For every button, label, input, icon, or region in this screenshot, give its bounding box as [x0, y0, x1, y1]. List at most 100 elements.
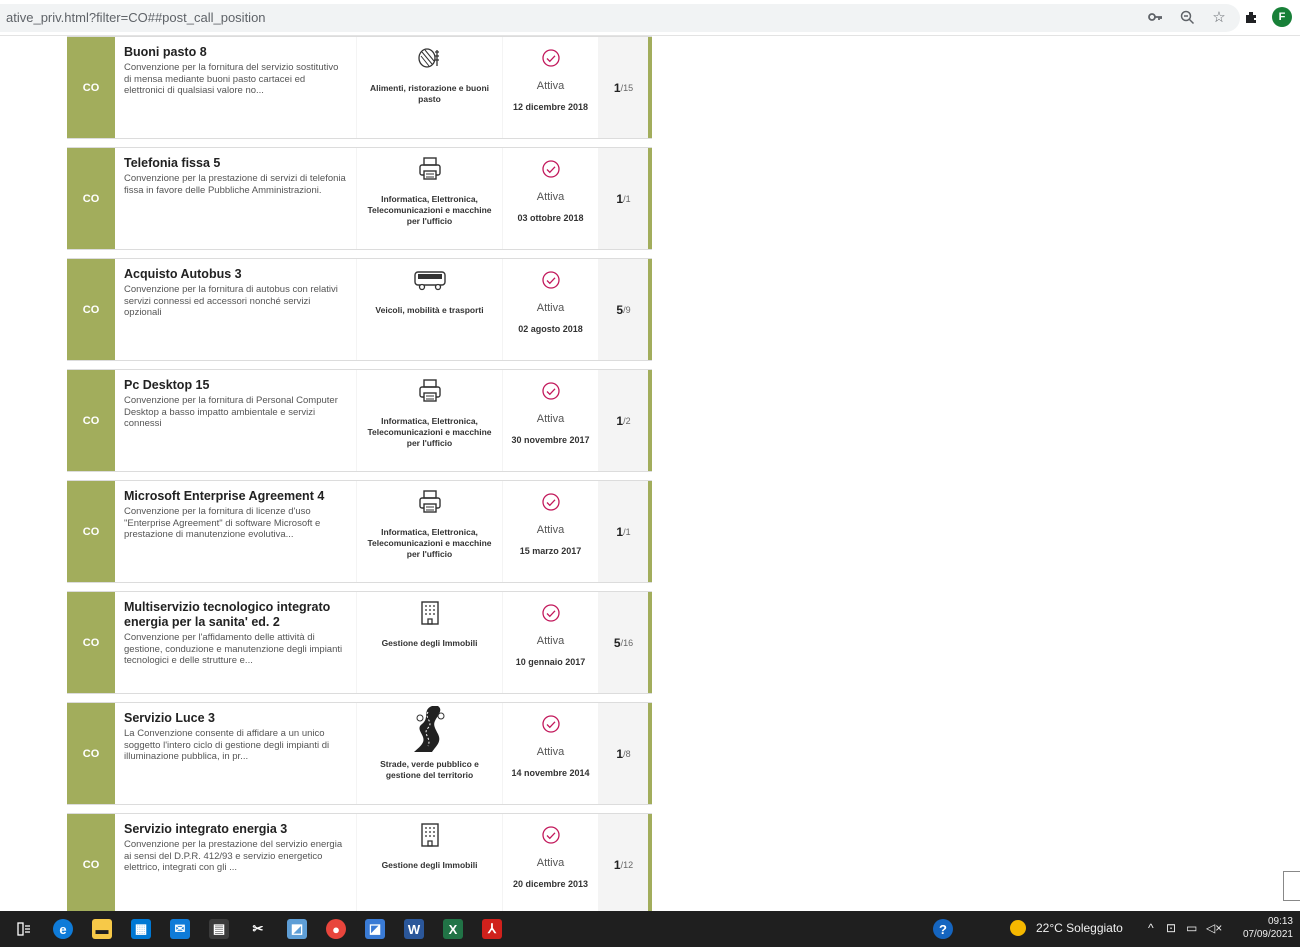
check-circle-icon: [542, 271, 560, 289]
card-lot-count: 1/12: [599, 814, 648, 911]
card-category-label: Informatica, Elettronica, Telecomunicazi…: [367, 416, 492, 448]
card-description: Convenzione per l'affidamento delle atti…: [124, 632, 343, 666]
browser-toolbar-icons: ☆ F: [1144, 6, 1292, 28]
card-description: Convenzione per la fornitura di autobus …: [124, 284, 338, 318]
card-status: Attiva 20 dicembre 2013: [503, 814, 598, 911]
word-icon[interactable]: W: [404, 919, 424, 939]
card-title[interactable]: Telefonia fissa 5: [124, 156, 347, 171]
chevron-up-icon[interactable]: ^: [1148, 921, 1154, 935]
paint-icon[interactable]: ◩: [287, 919, 307, 939]
excel-icon[interactable]: X: [443, 919, 463, 939]
card-main[interactable]: Telefonia fissa 5 Convenzione per la pre…: [115, 148, 356, 249]
card-count-value: 5: [616, 302, 624, 317]
card-count-total: /1: [623, 193, 631, 204]
card-count-value: 1: [616, 746, 624, 761]
card-category-label: Gestione degli Immobili: [381, 860, 478, 870]
card-category-label: Alimenti, ristorazione e buoni pasto: [369, 83, 489, 104]
check-circle-icon: [542, 715, 560, 733]
key-icon[interactable]: [1144, 6, 1166, 28]
card-title[interactable]: Multiservizio tecnologico integrato ener…: [124, 600, 347, 630]
card-count-total: /8: [623, 748, 631, 759]
card-main[interactable]: Servizio integrato energia 3 Convenzione…: [115, 814, 356, 911]
convention-card[interactable]: CO Buoni pasto 8 Convenzione per la forn…: [67, 36, 652, 139]
card-type-badge: CO: [67, 814, 115, 911]
mail-icon[interactable]: ✉: [170, 919, 190, 939]
building-icon: [357, 822, 502, 848]
card-title[interactable]: Microsoft Enterprise Agreement 4: [124, 489, 347, 504]
card-description: Convenzione per la fornitura di licenze …: [124, 506, 321, 540]
app-icon[interactable]: ◪: [365, 919, 385, 939]
card-title[interactable]: Servizio integrato energia 3: [124, 822, 347, 837]
network-icon[interactable]: ⊡: [1166, 921, 1176, 935]
card-main[interactable]: Multiservizio tecnologico integrato ener…: [115, 592, 356, 693]
acrobat-icon[interactable]: ⅄: [482, 919, 502, 939]
card-title[interactable]: Buoni pasto 8: [124, 45, 347, 60]
profile-icon[interactable]: F: [1272, 7, 1292, 27]
card-category-label: Gestione degli Immobili: [381, 638, 478, 648]
card-main[interactable]: Buoni pasto 8 Convenzione per la fornitu…: [115, 37, 356, 138]
card-date: 14 novembre 2014: [511, 768, 590, 778]
card-accent-bar: [648, 37, 652, 138]
help-icon[interactable]: ?: [933, 919, 953, 939]
convention-card[interactable]: CO Multiservizio tecnologico integrato e…: [67, 591, 652, 694]
card-status-label: Attiva: [536, 635, 565, 647]
check-circle-icon: [542, 49, 560, 67]
card-title[interactable]: Acquisto Autobus 3: [124, 267, 347, 282]
card-status-label: Attiva: [536, 302, 565, 314]
system-clock[interactable]: 09:13 07/09/2021: [1243, 915, 1293, 941]
monitor-icon[interactable]: ▭: [1186, 921, 1197, 935]
card-main[interactable]: Servizio Luce 3 La Convenzione consente …: [115, 703, 356, 804]
convention-card[interactable]: CO Servizio Luce 3 La Convenzione consen…: [67, 702, 652, 805]
url-field[interactable]: ative_priv.html?filter=CO##post_call_pos…: [0, 4, 1240, 32]
card-accent-bar: [648, 370, 652, 471]
convention-card[interactable]: CO Servizio integrato energia 3 Convenzi…: [67, 813, 652, 911]
extensions-icon[interactable]: [1240, 6, 1262, 28]
card-date: 02 agosto 2018: [518, 324, 583, 334]
snipping-tool-icon[interactable]: ✂: [248, 919, 268, 939]
card-status: Attiva 15 marzo 2017: [503, 481, 598, 582]
edge-icon[interactable]: e: [53, 919, 73, 939]
weather-sun-icon[interactable]: [1010, 920, 1026, 936]
convention-card[interactable]: CO Telefonia fissa 5 Convenzione per la …: [67, 147, 652, 250]
card-category: Informatica, Elettronica, Telecomunicazi…: [357, 370, 502, 471]
card-category: Gestione degli Immobili: [357, 592, 502, 693]
card-accent-bar: [648, 814, 652, 911]
volume-icon[interactable]: ◁×: [1206, 921, 1222, 935]
card-main[interactable]: Microsoft Enterprise Agreement 4 Convenz…: [115, 481, 356, 582]
chrome-icon[interactable]: ●: [326, 919, 346, 939]
convention-card[interactable]: CO Pc Desktop 15 Convenzione per la forn…: [67, 369, 652, 472]
printer-icon: [357, 156, 502, 182]
convention-card[interactable]: CO Microsoft Enterprise Agreement 4 Conv…: [67, 480, 652, 583]
card-count-total: /15: [620, 82, 634, 93]
card-accent-bar: [648, 481, 652, 582]
file-explorer-icon[interactable]: ▬: [92, 919, 112, 939]
card-main[interactable]: Pc Desktop 15 Convenzione per la fornitu…: [115, 370, 356, 471]
card-accent-bar: [648, 592, 652, 693]
card-status: Attiva 14 novembre 2014: [503, 703, 598, 804]
check-circle-icon: [542, 826, 560, 844]
card-category: Alimenti, ristorazione e buoni pasto: [357, 37, 502, 138]
card-category-label: Informatica, Elettronica, Telecomunicazi…: [367, 194, 492, 226]
card-lot-count: 5/16: [599, 592, 648, 693]
card-lot-count: 5/9: [599, 259, 648, 360]
card-title[interactable]: Servizio Luce 3: [124, 711, 347, 726]
card-title[interactable]: Pc Desktop 15: [124, 378, 347, 393]
card-status-label: Attiva: [536, 746, 565, 758]
card-category: Informatica, Elettronica, Telecomunicazi…: [357, 481, 502, 582]
zoom-icon[interactable]: [1176, 6, 1198, 28]
star-icon[interactable]: ☆: [1208, 6, 1230, 28]
store-icon[interactable]: ▦: [131, 919, 151, 939]
card-status: Attiva 30 novembre 2017: [503, 370, 598, 471]
card-lot-count: 1/15: [599, 37, 648, 138]
card-category: Veicoli, mobilità e trasporti: [357, 259, 502, 360]
scroll-widget[interactable]: [1283, 871, 1300, 901]
convention-card[interactable]: CO Acquisto Autobus 3 Convenzione per la…: [67, 258, 652, 361]
printer-icon: [357, 489, 502, 515]
weather-text[interactable]: 22°C Soleggiato: [1036, 921, 1123, 935]
card-category: Strade, verde pubblico e gestione del te…: [357, 703, 502, 804]
task-view-icon[interactable]: [14, 919, 34, 939]
calculator-icon[interactable]: ▤: [209, 919, 229, 939]
card-main[interactable]: Acquisto Autobus 3 Convenzione per la fo…: [115, 259, 356, 360]
card-date: 03 ottobre 2018: [517, 213, 584, 223]
card-count-total: /2: [623, 415, 631, 426]
